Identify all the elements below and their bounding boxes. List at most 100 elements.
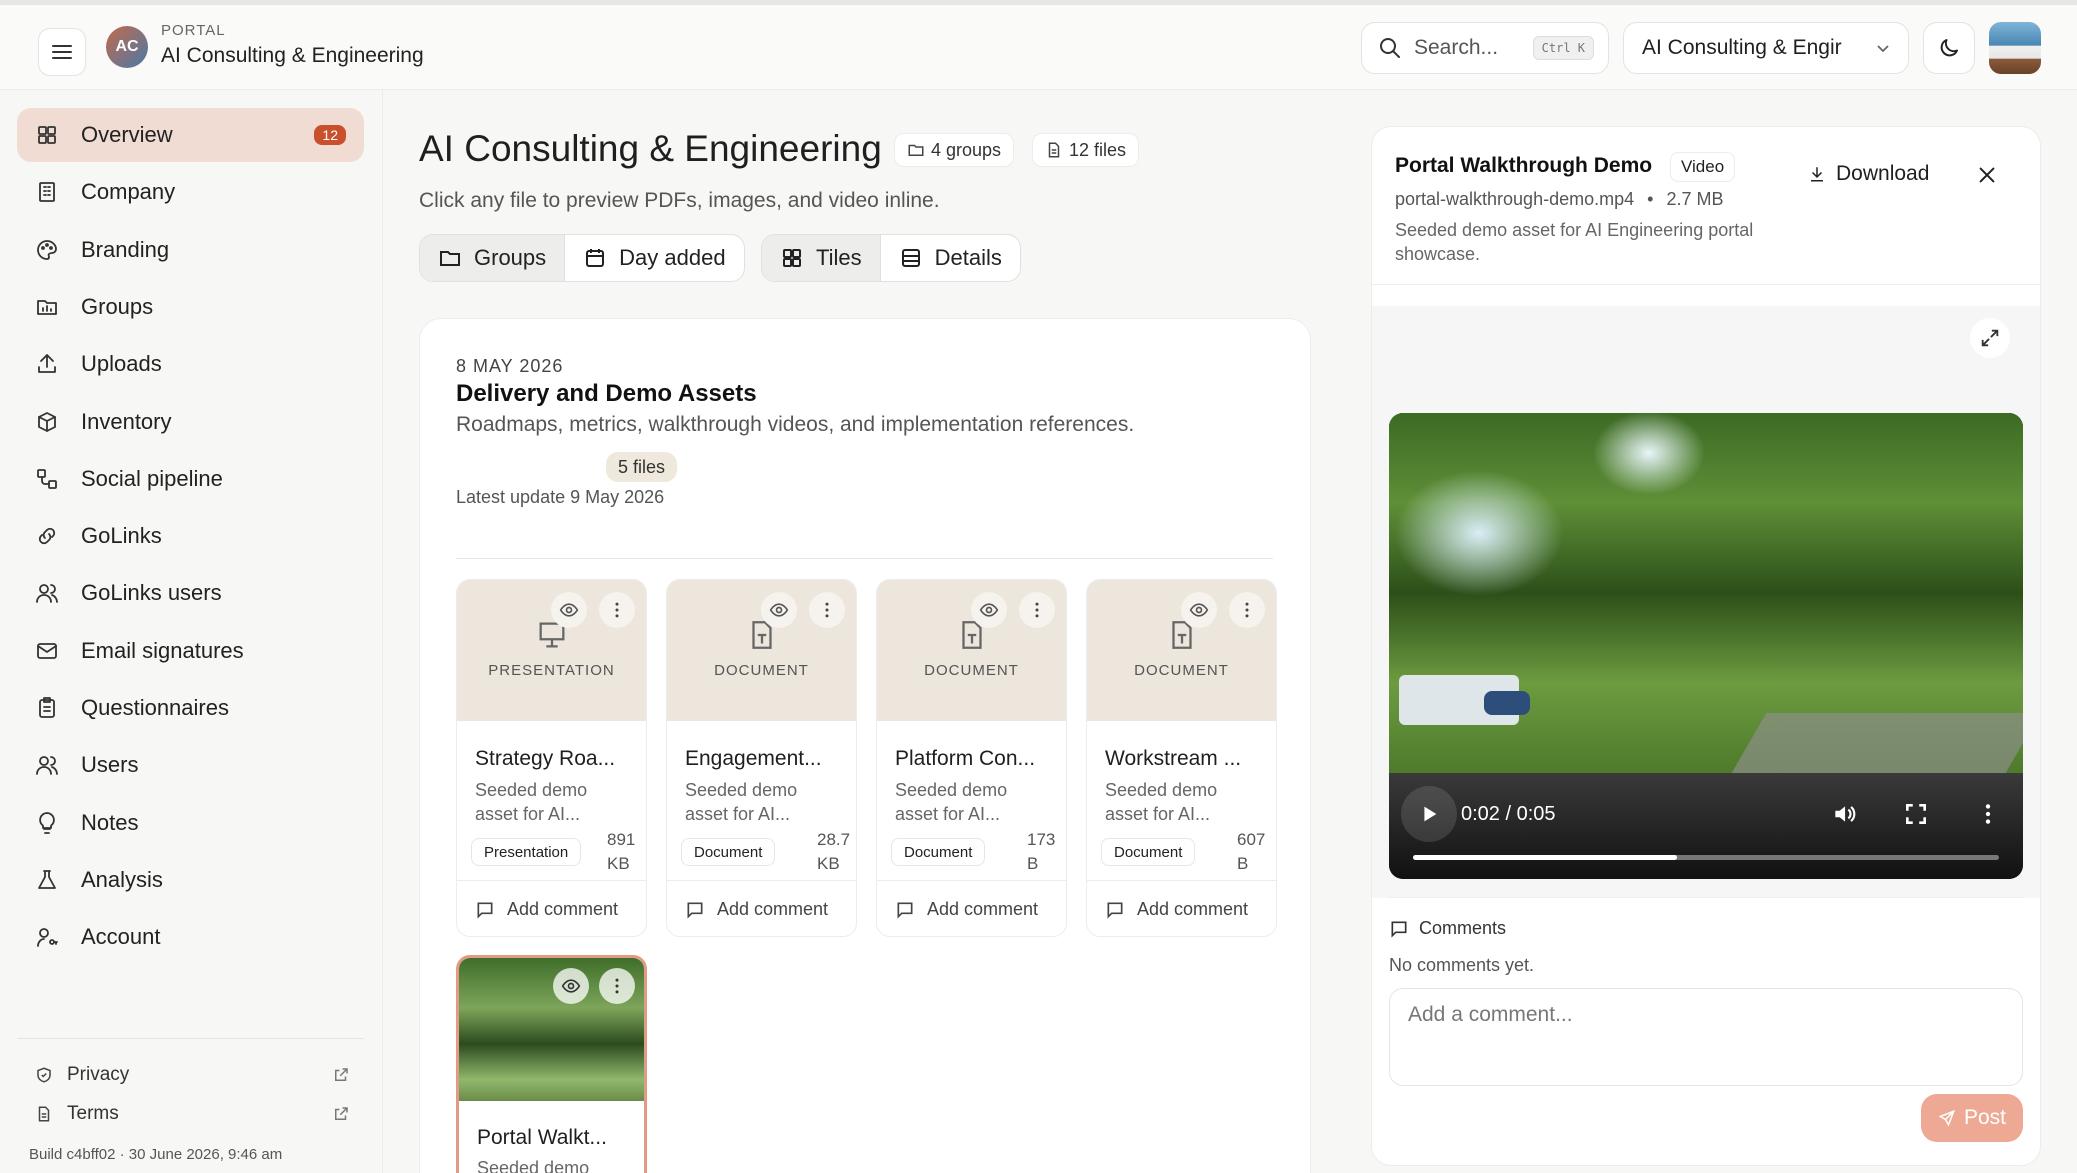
- add-comment-button[interactable]: Add comment: [877, 880, 1066, 936]
- expand-button[interactable]: [1970, 318, 2010, 358]
- eye-icon: [561, 979, 581, 993]
- sidebar-item-uploads[interactable]: Uploads: [17, 337, 364, 391]
- group-latest-update: Latest update 9 May 2026: [456, 487, 665, 507]
- sidebar-item-golinks[interactable]: GoLinks: [17, 509, 364, 563]
- volume-icon[interactable]: [1831, 801, 1857, 827]
- users-icon: [36, 584, 58, 604]
- privacy-link[interactable]: Privacy: [17, 1057, 364, 1093]
- tile-size: 173 B: [1027, 828, 1055, 876]
- sidebar-item-account[interactable]: Account: [17, 910, 364, 964]
- add-comment-button[interactable]: Add comment: [457, 880, 646, 936]
- sidebar-item-analysis[interactable]: Analysis: [17, 853, 364, 907]
- day-added-view-button[interactable]: Day added: [564, 235, 743, 281]
- calendar-icon: [586, 249, 605, 267]
- comment-input[interactable]: Add a comment...: [1389, 988, 2023, 1086]
- tile-size-value: 607: [1237, 830, 1266, 849]
- file-tile[interactable]: DOCUMENT Platform Con... Seeded demo asset …: [876, 579, 1067, 937]
- menu-button[interactable]: [38, 28, 86, 76]
- play-icon: [1424, 806, 1437, 822]
- details-view-button[interactable]: Details: [879, 235, 1020, 281]
- workspace-select[interactable]: AI Consulting & Engir: [1623, 22, 1909, 74]
- external-link-icon: [335, 1107, 348, 1120]
- tile-description-line: Seeded demo: [1105, 780, 1218, 800]
- preview-button[interactable]: [1181, 592, 1217, 628]
- preview-button[interactable]: [971, 592, 1007, 628]
- file-tile-video[interactable]: Portal Walkt... Seeded demo: [456, 955, 647, 1173]
- download-button[interactable]: Download: [1808, 162, 1929, 186]
- sidebar-item-questionnaires[interactable]: Questionnaires: [17, 681, 364, 735]
- search-shortcut: Ctrl K: [1532, 36, 1594, 60]
- tile-size: 607 B: [1237, 828, 1265, 876]
- mail-icon: [37, 642, 57, 659]
- tile-thumbnail: DOCUMENT: [1087, 580, 1276, 721]
- sidebar-item-company[interactable]: Company: [17, 165, 364, 219]
- video-controls: 0:02 / 0:05: [1389, 773, 2023, 879]
- tile-description: Seeded demo asset for AI...: [895, 778, 1055, 826]
- group-title[interactable]: Delivery and Demo Assets: [456, 380, 757, 408]
- sidebar-item-notes[interactable]: Notes: [17, 796, 364, 850]
- privacy-label: Privacy: [67, 1064, 130, 1085]
- layout-toggle: Tiles Details: [761, 234, 1021, 282]
- sidebar-item-golinks-users[interactable]: GoLinks users: [17, 566, 364, 620]
- meta-separator: •: [1647, 189, 1654, 209]
- tile-name: Portal Walkt...: [477, 1126, 607, 1149]
- tile-type-badge: Document: [1101, 838, 1196, 866]
- video-progress-fill: [1413, 855, 1677, 860]
- preview-button[interactable]: [761, 592, 797, 628]
- expand-icon: [1981, 329, 1999, 347]
- add-comment-button[interactable]: Add comment: [1087, 880, 1276, 936]
- preview-button[interactable]: [551, 592, 587, 628]
- day-added-label: Day added: [619, 245, 726, 270]
- video-thumbnail: [459, 958, 644, 1101]
- users-icon: [36, 756, 58, 776]
- add-comment-button[interactable]: Add comment: [667, 880, 856, 936]
- grid-icon: [783, 249, 801, 267]
- tile-menu-button[interactable]: [599, 968, 635, 1004]
- tile-menu-button[interactable]: [809, 592, 845, 628]
- grouping-toggle: Groups Day added: [419, 234, 745, 282]
- tile-size-unit: B: [1027, 854, 1039, 873]
- fullscreen-icon[interactable]: [1903, 801, 1929, 827]
- sidebar-item-overview[interactable]: Overview 12: [17, 108, 364, 162]
- video-frame-car: [1484, 691, 1530, 715]
- more-vertical-icon[interactable]: [1975, 801, 2001, 827]
- sidebar-item-users[interactable]: Users: [17, 738, 364, 792]
- sidebar-item-groups[interactable]: Groups: [17, 280, 364, 334]
- sidebar-item-label: Social pipeline: [81, 465, 223, 491]
- sidebar-item-email-signatures[interactable]: Email signatures: [17, 624, 364, 678]
- groups-view-button[interactable]: Groups: [420, 235, 565, 281]
- file-tile[interactable]: PRESENTATION Strategy Roa... Seeded demo as…: [456, 579, 647, 937]
- tile-size-value: 28.7: [817, 830, 851, 849]
- tile-menu-button[interactable]: [1229, 592, 1265, 628]
- sidebar-item-inventory[interactable]: Inventory: [17, 395, 364, 449]
- close-preview-button[interactable]: [1976, 164, 1998, 192]
- page-title: AI Consulting & Engineering: [419, 128, 882, 169]
- tile-name: Engagement...: [685, 747, 822, 770]
- eye-icon: [979, 603, 999, 617]
- terms-link[interactable]: Terms: [17, 1096, 364, 1132]
- preview-button[interactable]: [553, 968, 589, 1004]
- tile-type-badge: Document: [681, 838, 776, 866]
- tiles-view-button[interactable]: Tiles: [762, 235, 880, 281]
- play-button[interactable]: [1401, 786, 1457, 842]
- video-progress-track[interactable]: [1413, 855, 1999, 860]
- link-icon: [38, 527, 56, 545]
- preview-type-badge: Video: [1670, 152, 1736, 182]
- preview-title: Portal Walkthrough Demo: [1395, 154, 1653, 177]
- sidebar-item-social-pipeline[interactable]: Social pipeline: [17, 452, 364, 506]
- sidebar-item-label: Notes: [81, 809, 139, 835]
- groups-view-label: Groups: [474, 245, 547, 270]
- theme-toggle-button[interactable]: [1923, 22, 1975, 74]
- sidebar-item-label: Uploads: [81, 351, 162, 377]
- tile-menu-button[interactable]: [599, 592, 635, 628]
- search-input[interactable]: Search... Ctrl K: [1361, 22, 1609, 74]
- video-player[interactable]: 0:02 / 0:05: [1389, 413, 2023, 879]
- user-avatar[interactable]: [1989, 22, 2041, 74]
- file-tile[interactable]: DOCUMENT Engagement... Seeded demo asset fo…: [666, 579, 857, 937]
- tile-description: Seeded demo asset for AI...: [475, 778, 635, 826]
- post-button[interactable]: Post: [1921, 1094, 2023, 1142]
- video-frame-path: [1731, 713, 2023, 773]
- sidebar-item-branding[interactable]: Branding: [17, 223, 364, 277]
- file-tile[interactable]: DOCUMENT Workstream ... Seeded demo asset f…: [1086, 579, 1277, 937]
- tile-menu-button[interactable]: [1019, 592, 1055, 628]
